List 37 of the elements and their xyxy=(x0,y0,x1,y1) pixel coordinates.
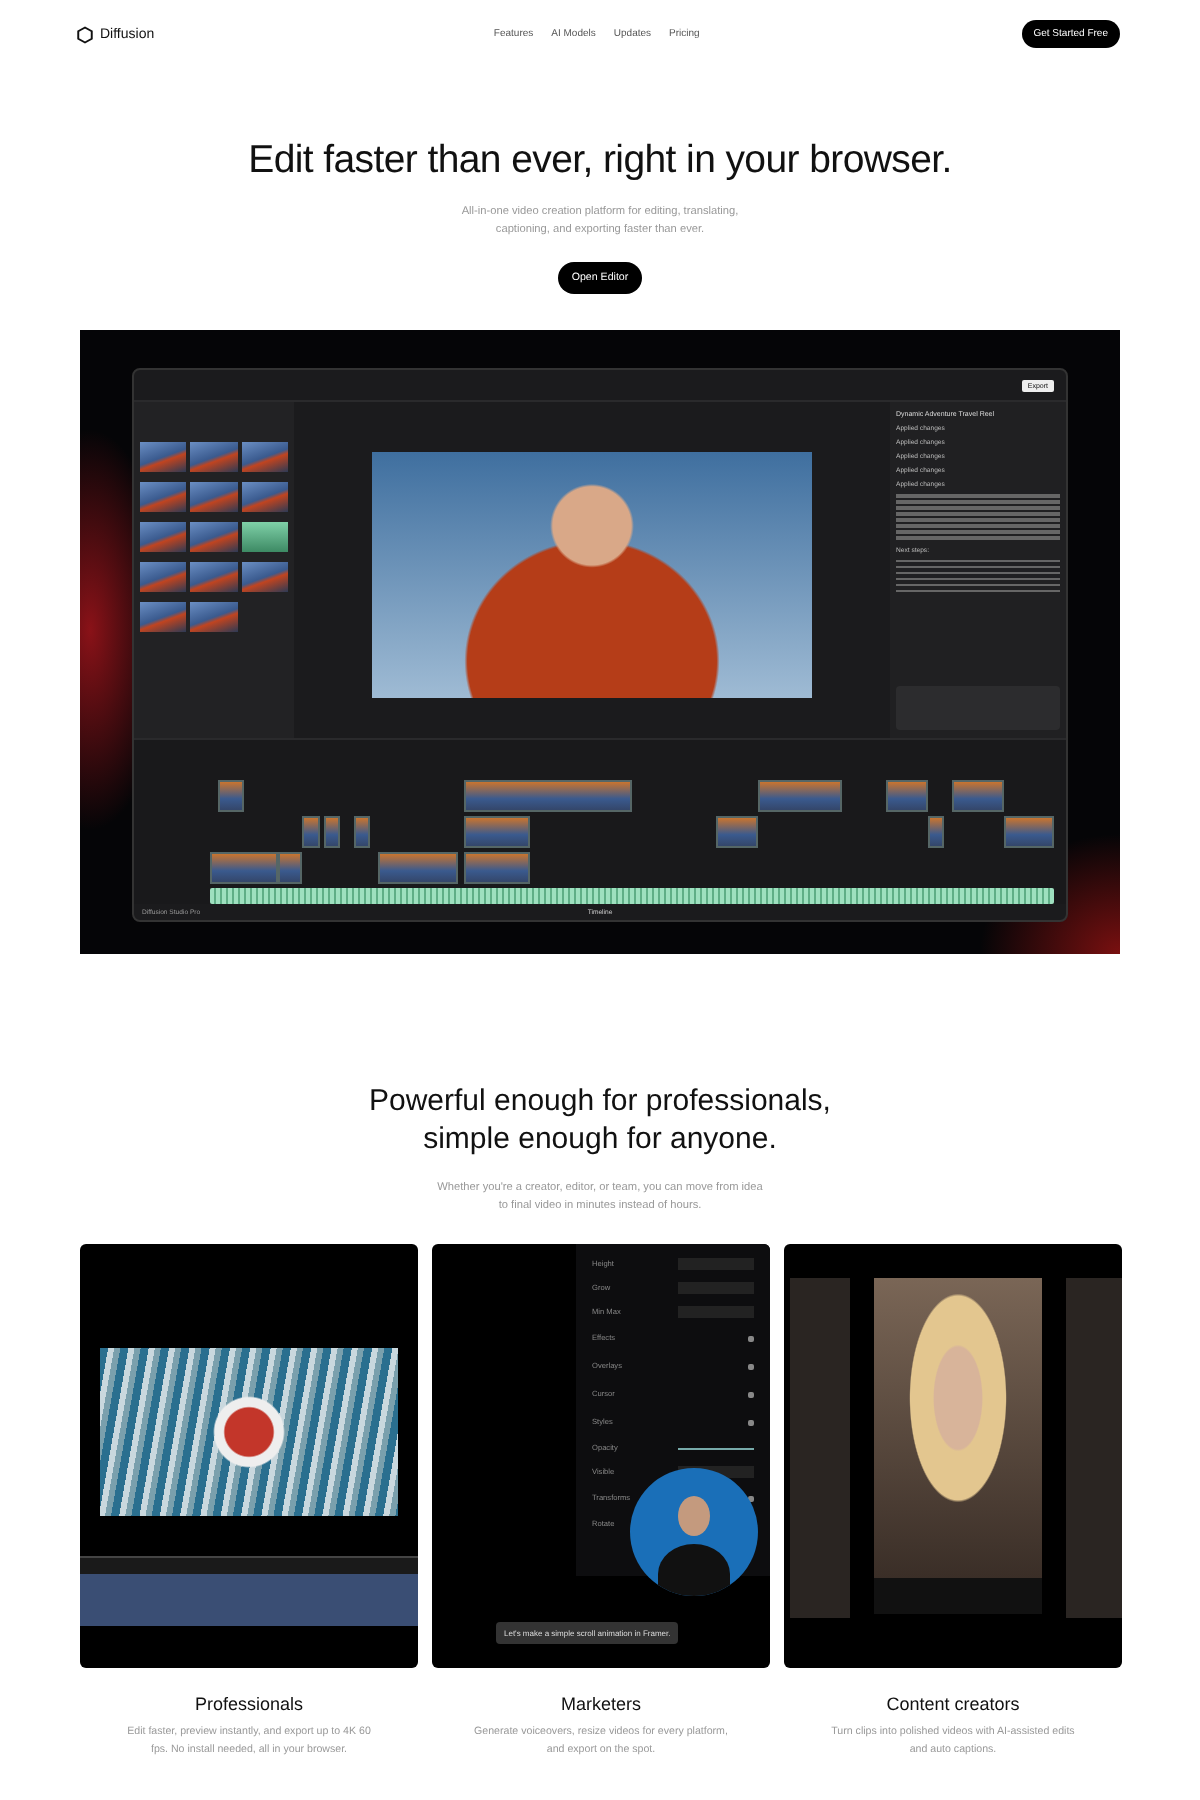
clip-thumbnail[interactable] xyxy=(140,482,187,513)
video-clip[interactable] xyxy=(378,851,459,884)
clip-thumbnail[interactable] xyxy=(140,602,187,633)
clip-thumbnail[interactable] xyxy=(190,482,238,513)
video-clip[interactable] xyxy=(952,779,1004,812)
clip-thumbnail[interactable] xyxy=(241,562,288,593)
video-clip[interactable] xyxy=(463,815,531,848)
clip-thumbnail[interactable] xyxy=(140,522,187,553)
video-clip[interactable] xyxy=(463,851,531,884)
clip-thumbnail[interactable] xyxy=(190,602,238,633)
clip-thumbnail[interactable] xyxy=(241,442,288,473)
clip-thumbnail[interactable] xyxy=(190,522,238,553)
video-clip[interactable] xyxy=(353,815,371,848)
clip-thumbnail[interactable] xyxy=(190,562,238,593)
video-clip[interactable] xyxy=(323,815,341,848)
video-clip[interactable] xyxy=(302,815,320,848)
video-clip[interactable] xyxy=(218,779,244,812)
video-clip[interactable] xyxy=(758,779,843,812)
clip-thumbnail[interactable] xyxy=(190,442,238,473)
clip-thumbnail[interactable] xyxy=(241,522,288,553)
clip-thumbnail[interactable] xyxy=(140,562,187,593)
card-title: Marketers xyxy=(560,1694,641,1714)
video-clip[interactable] xyxy=(885,779,928,812)
video-clip[interactable] xyxy=(210,851,278,884)
video-clip[interactable] xyxy=(927,815,945,848)
clip-thumbnail[interactable] xyxy=(140,442,187,473)
video-clip[interactable] xyxy=(277,851,303,884)
card-title: Content creators xyxy=(886,1694,1020,1714)
clip-thumbnail[interactable] xyxy=(241,482,288,513)
hexagon-logo-icon xyxy=(76,25,94,43)
hero-title: Edit faster than ever, right in your browser. xyxy=(248,138,952,184)
video-clip[interactable] xyxy=(463,779,632,812)
video-clip[interactable] xyxy=(716,815,759,848)
video-clip[interactable] xyxy=(1003,815,1054,848)
audio-waveform[interactable] xyxy=(210,887,1054,904)
card-title: Professionals xyxy=(194,1694,304,1714)
section-title: Powerful enough for professionals, simple enough for anyone. xyxy=(369,1082,831,1158)
